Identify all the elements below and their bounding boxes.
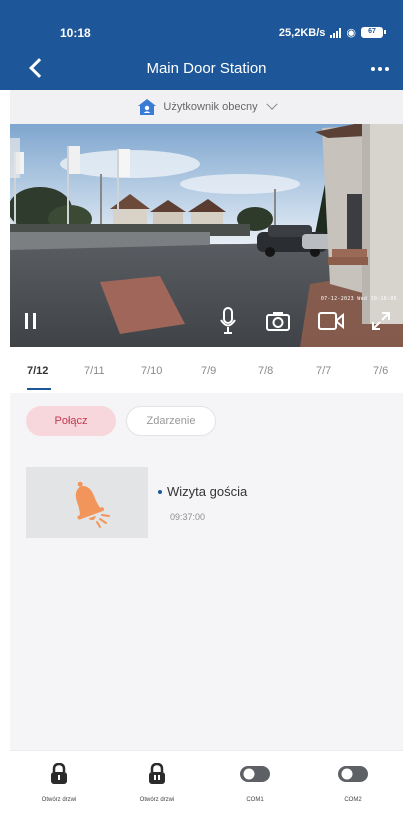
page-title: Main Door Station — [146, 60, 267, 77]
date-tab[interactable]: 7/12 — [27, 365, 48, 377]
action-label: Otwórz drzwi — [139, 797, 175, 803]
camera-controls — [10, 297, 403, 347]
event-unread-dot — [158, 490, 162, 494]
filter-event-button[interactable]: Zdarzenie — [126, 406, 216, 436]
app-header: 10:18 25,2KB/s ◉ 67 Main Door Station — [10, 0, 403, 90]
bell-icon — [75, 481, 110, 528]
home-icon — [138, 99, 157, 115]
nav-bar: Main Door Station — [10, 50, 403, 86]
pause-icon[interactable] — [24, 313, 38, 329]
snapshot-icon[interactable] — [266, 311, 290, 331]
active-tab-indicator — [27, 388, 51, 390]
action-label: Otwórz drzwi — [41, 797, 77, 803]
signal-icon — [330, 27, 342, 38]
open-door-1-button[interactable]: Otwórz drzwi — [10, 751, 108, 827]
lock-icon — [149, 763, 165, 784]
status-time: 10:18 — [60, 26, 91, 40]
date-tab[interactable]: 7/10 — [141, 365, 162, 377]
toggle-icon — [240, 766, 270, 782]
date-tab[interactable]: 7/7 — [316, 365, 331, 377]
more-icon[interactable] — [371, 67, 389, 71]
battery-icon: 67 — [361, 27, 386, 38]
action-label: COM2 — [344, 797, 362, 803]
list-item[interactable]: Wizyta gościa 09:37:00 — [10, 463, 403, 543]
microphone-icon[interactable] — [220, 307, 236, 335]
user-selector-label: Użytkownik obecny — [163, 101, 258, 113]
com2-toggle[interactable]: COM2 — [304, 751, 402, 827]
wifi-icon: ◉ — [346, 27, 356, 39]
status-bar: 10:18 25,2KB/s ◉ 67 — [10, 0, 403, 40]
event-title: Wizyta gościa — [167, 484, 248, 499]
filter-connect-button[interactable]: Połącz — [26, 406, 116, 436]
date-tabs: 7/12 7/11 7/10 7/9 7/8 7/7 7/6 — [10, 347, 403, 393]
bottom-action-bar: Otwórz drzwi Otwórz drzwi COM1 COM2 — [10, 750, 403, 827]
date-tab[interactable]: 7/8 — [258, 365, 273, 377]
record-video-icon[interactable] — [318, 311, 344, 331]
lock-icon — [51, 763, 67, 784]
date-tab[interactable]: 7/9 — [201, 365, 216, 377]
chevron-down-icon — [265, 98, 278, 110]
fullscreen-icon[interactable] — [370, 310, 392, 332]
open-door-2-button[interactable]: Otwórz drzwi — [108, 751, 206, 827]
toggle-icon — [338, 766, 368, 782]
app-screen: 10:18 25,2KB/s ◉ 67 Main Door Station Uż… — [10, 0, 403, 827]
camera-feed[interactable]: 07-12-2023 Wed 10:18:05 — [10, 124, 403, 347]
status-indicators: 25,2KB/s ◉ 67 — [278, 26, 386, 39]
event-thumbnail — [26, 467, 148, 538]
date-tab[interactable]: 7/11 — [84, 365, 105, 377]
action-label: COM1 — [246, 797, 264, 803]
network-speed: 25,2KB/s — [278, 26, 326, 39]
event-time: 09:37:00 — [170, 512, 206, 522]
user-selector[interactable]: Użytkownik obecny — [10, 90, 403, 124]
left-margin — [0, 0, 10, 827]
date-tab[interactable]: 7/6 — [373, 365, 388, 377]
filter-bar: Połącz Zdarzenie — [10, 393, 403, 453]
com1-toggle[interactable]: COM1 — [206, 751, 304, 827]
